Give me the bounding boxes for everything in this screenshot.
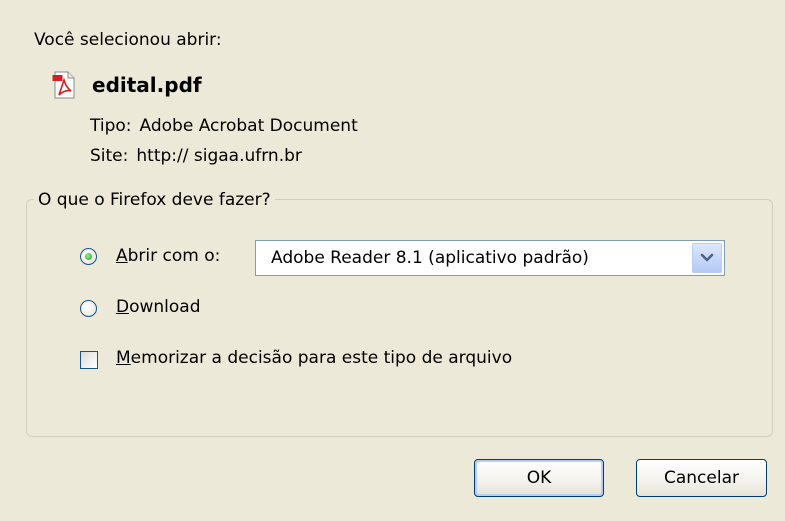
application-select-value: Adobe Reader 8.1 (aplicativo padrão) bbox=[271, 248, 589, 268]
type-value: Adobe Acrobat Document bbox=[139, 116, 358, 136]
intro-text: Você selecionou abrir: bbox=[34, 30, 222, 50]
remember-access-key: M bbox=[116, 348, 131, 368]
radio-selected-dot bbox=[85, 253, 92, 260]
download-radio[interactable] bbox=[80, 300, 97, 317]
action-groupbox bbox=[26, 199, 773, 437]
application-select[interactable]: Adobe Reader 8.1 (aplicativo padrão) bbox=[255, 240, 725, 276]
remember-label-text: emorizar a decisão para este tipo de arq… bbox=[130, 348, 513, 368]
download-access-key: D bbox=[116, 297, 130, 317]
file-row: edital.pdf bbox=[52, 70, 202, 100]
site-value: http:// sigaa.ufrn.br bbox=[136, 146, 302, 166]
file-name: edital.pdf bbox=[92, 73, 202, 97]
ok-button[interactable]: OK bbox=[474, 459, 604, 497]
type-label: Tipo: bbox=[90, 116, 132, 136]
download-label-text: ownload bbox=[129, 297, 201, 317]
remember-decision-checkbox[interactable] bbox=[80, 351, 98, 369]
file-site-row: Site: http:// sigaa.ufrn.br bbox=[90, 146, 302, 166]
download-label[interactable]: Download bbox=[116, 297, 201, 317]
open-with-radio[interactable] bbox=[80, 248, 97, 265]
open-with-label-text: brir com o: bbox=[127, 246, 221, 266]
file-type-row: Tipo: Adobe Acrobat Document bbox=[90, 116, 358, 136]
site-label: Site: bbox=[90, 146, 129, 166]
remember-decision-label[interactable]: Memorizar a decisão para este tipo de ar… bbox=[116, 348, 512, 368]
groupbox-legend: O que o Firefox deve fazer? bbox=[34, 190, 275, 210]
pdf-icon bbox=[52, 71, 76, 99]
cancel-button[interactable]: Cancelar bbox=[636, 459, 767, 497]
open-with-label[interactable]: Abrir com o: bbox=[116, 246, 220, 266]
open-with-access-key: A bbox=[116, 246, 128, 266]
chevron-down-icon[interactable] bbox=[692, 243, 722, 273]
